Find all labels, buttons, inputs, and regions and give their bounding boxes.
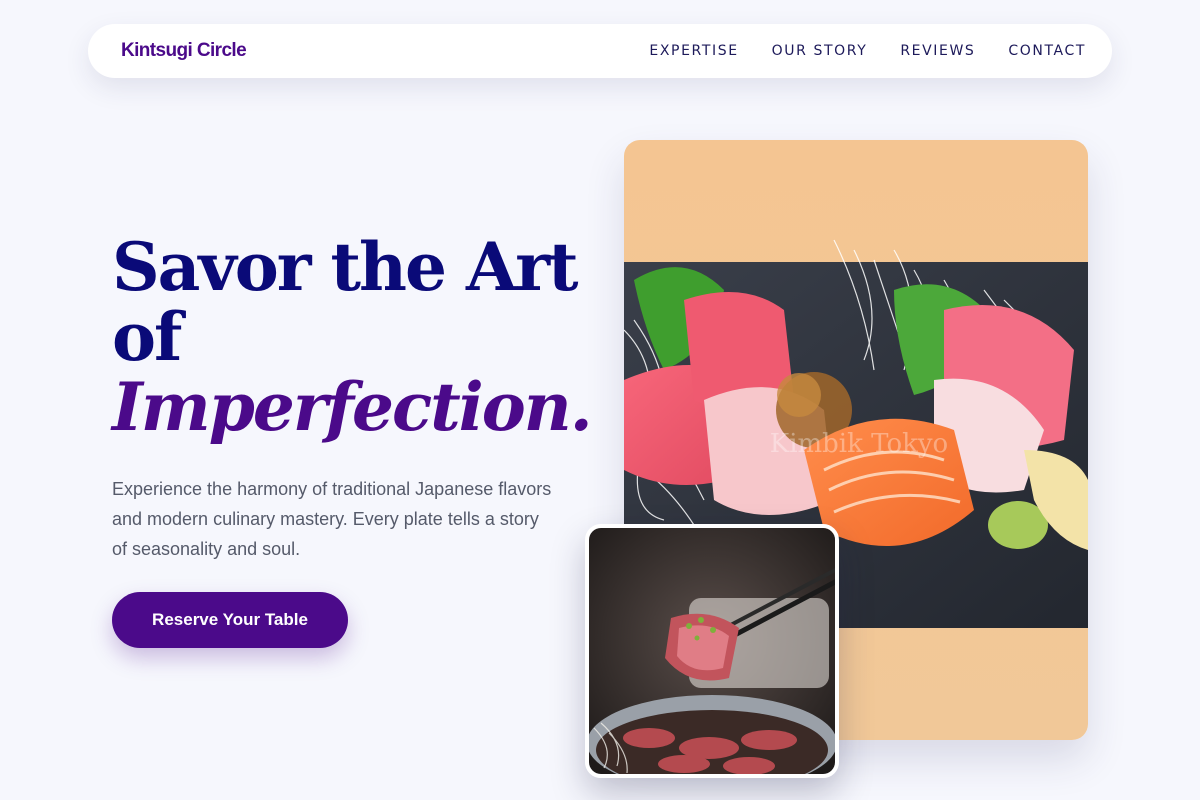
nav-link-expertise[interactable]: EXPERTISE [649,43,738,59]
hero-title-line1: Savor the Art [112,228,578,306]
brand-logo[interactable]: Kintsugi Circle [121,40,247,62]
wagyu-chopsticks-image [585,524,839,778]
nav-link-our-story[interactable]: OUR STORY [772,43,868,59]
image-watermark: Kimbik Tokyo [770,429,948,459]
hero-description: Experience the harmony of traditional Ja… [112,479,552,559]
nav-links: EXPERTISE OUR STORY REVIEWS CONTACT [649,43,1086,59]
top-navbar: Kintsugi Circle EXPERTISE OUR STORY REVI… [88,24,1112,78]
hero-title: Savor the Art of Imperfection. [112,232,593,446]
hero-title-accent: Imperfection. [112,368,593,446]
nav-link-reviews[interactable]: REVIEWS [900,43,975,59]
hero-title-line2: of [112,298,182,376]
nav-link-contact[interactable]: CONTACT [1008,43,1086,59]
reserve-table-button[interactable]: Reserve Your Table [112,592,348,648]
